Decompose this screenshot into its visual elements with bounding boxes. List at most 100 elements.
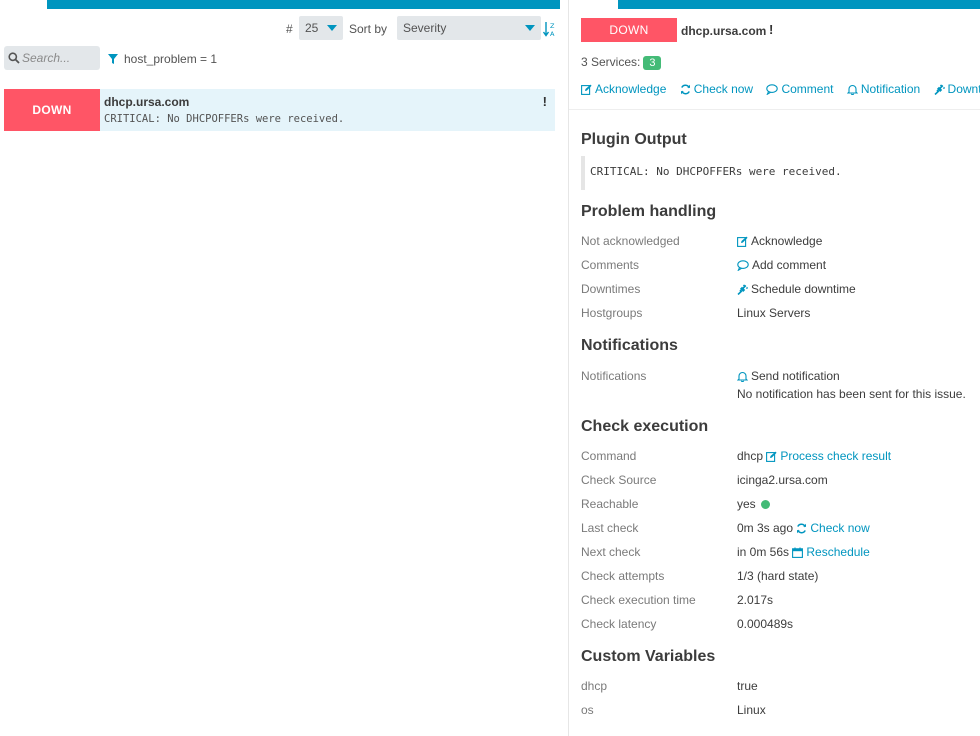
last-check-value: 0m 3s ago (737, 521, 794, 535)
plugin-output-heading: Plugin Output (581, 131, 687, 148)
comment-icon (737, 260, 749, 271)
svg-text:A: A (550, 30, 555, 38)
limit-label: # (286, 22, 293, 36)
edit-icon (581, 84, 592, 95)
limit-select[interactable]: 25 (299, 16, 343, 40)
last-check-label: Last check (581, 521, 639, 535)
check-source-label: Check Source (581, 473, 657, 487)
edit-icon (737, 236, 748, 247)
refresh-icon (680, 84, 690, 95)
exclamation-icon: ! (769, 22, 774, 37)
reachable-label: Reachable (581, 497, 639, 511)
filter-icon (108, 54, 118, 64)
chevron-down-icon (525, 25, 535, 31)
plug-icon (737, 284, 748, 295)
downtimes-label: Downtimes (581, 282, 641, 296)
sort-select[interactable]: Severity (397, 16, 541, 40)
notifications-label: Notifications (581, 369, 647, 383)
detail-state-badge: DOWN (581, 18, 677, 42)
custom-variables-heading: Custom Variables (581, 648, 716, 665)
check-now-link[interactable]: Check now (796, 521, 870, 535)
limit-value: 25 (305, 21, 319, 35)
notifications-heading: Notifications (581, 337, 678, 354)
process-check-result-label: Process check result (780, 449, 892, 463)
search-icon (8, 52, 20, 64)
services-label: 3 Services: (581, 55, 641, 69)
next-check-value-group: in 0m 56s Reschedule (737, 545, 870, 559)
edit-icon (766, 451, 777, 462)
host-list-column: # 25 Sort by Severity Z A Search... host… (0, 0, 560, 736)
sort-label: Sort by (349, 22, 388, 36)
host-name: dhcp.ursa.com (104, 95, 190, 109)
sort-value: Severity (403, 21, 447, 35)
notification-action[interactable]: Notification (846, 82, 924, 96)
bell-icon (846, 84, 858, 95)
schedule-downtime-label: Schedule downtime (751, 282, 856, 296)
check-now-action[interactable]: Check now (680, 82, 757, 96)
not-acknowledged-label: Not acknowledged (581, 234, 680, 248)
services-count-badge[interactable]: 3 (643, 56, 662, 70)
comment-label: Comment (781, 82, 834, 96)
filter-text: host_problem = 1 (124, 52, 218, 66)
downtime-action[interactable]: Downtime (933, 82, 980, 96)
notification-label: Notification (860, 82, 921, 96)
add-comment-link[interactable]: Add comment (737, 258, 826, 272)
custom-var-value: true (737, 679, 758, 693)
reachable-value: yes (737, 497, 756, 511)
command-label: Command (581, 449, 637, 463)
process-check-result-link[interactable]: Process check result (766, 449, 891, 463)
check-latency-value: 0.000489s (737, 617, 794, 631)
acknowledge-label: Acknowledge (595, 82, 667, 96)
sort-direction-icon[interactable]: Z A (543, 20, 557, 38)
comment-action[interactable]: Comment (766, 82, 836, 96)
hostgroups-value[interactable]: Linux Servers (737, 306, 810, 320)
notification-note: No notification has been sent for this i… (737, 387, 966, 401)
detail-host-name: dhcp.ursa.com (681, 24, 767, 38)
send-notification-link[interactable]: Send notification (737, 369, 840, 383)
acknowledge-action[interactable]: Acknowledge (581, 82, 670, 96)
next-check-label: Next check (581, 545, 641, 559)
plugin-output-text: CRITICAL: No DHCPOFFERs were received. (581, 156, 971, 190)
host-state-badge: DOWN (4, 89, 100, 131)
next-check-value: in 0m 56s (737, 545, 790, 559)
last-check-value-group: 0m 3s ago Check now (737, 521, 870, 535)
chevron-down-icon (327, 25, 337, 31)
search-placeholder: Search... (22, 51, 71, 65)
check-latency-label: Check latency (581, 617, 657, 631)
check-execution-time-value: 2.017s (737, 593, 774, 607)
actions-divider (569, 109, 980, 110)
active-filter[interactable]: host_problem = 1 (108, 52, 217, 66)
hostgroups-label: Hostgroups (581, 306, 643, 320)
check-attempts-value: 1/3 (hard state) (737, 569, 819, 583)
reschedule-link[interactable]: Reschedule (792, 545, 870, 559)
downtime-label: Downtime (947, 82, 980, 96)
calendar-icon (792, 547, 804, 558)
schedule-downtime-link[interactable]: Schedule downtime (737, 282, 856, 296)
custom-var-key: dhcp (581, 679, 608, 693)
acknowledge-link-label: Acknowledge (751, 234, 823, 248)
check-now-link-label: Check now (810, 521, 870, 535)
host-detail-column: DOWN dhcp.ursa.com ! 3 Services: 3 Acknow… (569, 0, 980, 736)
comment-icon (766, 84, 779, 95)
command-value-group: dhcp Process check result (737, 449, 891, 463)
problem-handling-heading: Problem handling (581, 203, 717, 220)
acknowledge-link[interactable]: Acknowledge (737, 234, 822, 248)
search-input[interactable]: Search... (4, 46, 100, 70)
add-comment-label: Add comment (752, 258, 827, 272)
exclamation-icon: ! (542, 94, 547, 109)
check-execution-time-label: Check execution time (581, 593, 696, 607)
check-execution-heading: Check execution (581, 418, 709, 435)
quick-actions: Acknowledge Check now Comment Notificati… (581, 82, 980, 96)
reachable-value-group: yes (737, 497, 771, 511)
status-dot-icon (761, 500, 771, 509)
custom-var-key: os (581, 703, 594, 717)
check-now-label: Check now (693, 82, 754, 96)
send-notification-label: Send notification (751, 369, 840, 383)
services-summary: 3 Services: 3 (581, 55, 662, 70)
refresh-icon (797, 523, 807, 534)
command-value: dhcp (737, 449, 764, 463)
check-source-value: icinga2.ursa.com (737, 473, 828, 487)
host-output: CRITICAL: No DHCPOFFERs were received. (104, 113, 345, 125)
svg-text:Z: Z (550, 22, 555, 30)
table-row[interactable]: DOWN dhcp.ursa.com CRITICAL: No DHCPOFFE… (4, 89, 555, 131)
